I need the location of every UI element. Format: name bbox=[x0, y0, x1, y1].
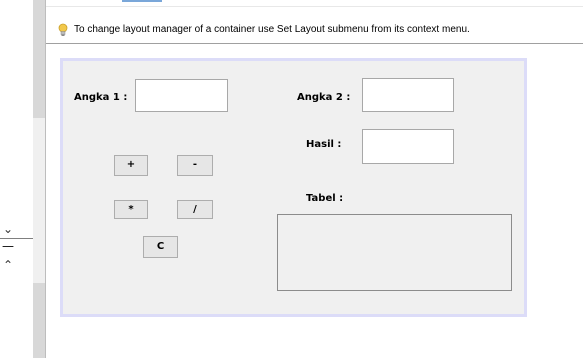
divide-button[interactable]: / bbox=[177, 200, 213, 219]
angka2-label: Angka 2 : bbox=[297, 92, 351, 103]
angka1-label: Angka 1 : bbox=[74, 92, 128, 103]
lightbulb-icon bbox=[58, 23, 68, 36]
angka2-input[interactable] bbox=[362, 78, 454, 112]
scrollbar-thumb-bottom[interactable] bbox=[33, 283, 45, 358]
add-button[interactable]: + bbox=[114, 155, 148, 176]
hint-text: To change layout manager of a container … bbox=[74, 24, 470, 35]
clear-button[interactable]: C bbox=[143, 236, 178, 258]
subtract-button[interactable]: - bbox=[177, 155, 213, 176]
chevron-up-icon[interactable]: ⌃ bbox=[3, 258, 13, 272]
hasil-output[interactable] bbox=[362, 129, 454, 164]
collapse-minus-icon[interactable]: — bbox=[1, 240, 15, 252]
chevron-down-icon[interactable]: ⌄ bbox=[3, 222, 13, 236]
hasil-label: Hasil : bbox=[306, 139, 342, 150]
angka1-input[interactable] bbox=[135, 79, 228, 112]
hint-bar: To change layout manager of a container … bbox=[46, 17, 583, 44]
left-gutter bbox=[0, 0, 33, 358]
active-tab-indicator bbox=[122, 0, 162, 2]
canvas-border bbox=[45, 0, 46, 358]
result-table[interactable] bbox=[277, 214, 512, 291]
multiply-button[interactable]: * bbox=[114, 200, 148, 219]
tabel-label: Tabel : bbox=[306, 193, 344, 204]
scrollbar-thumb-top[interactable] bbox=[33, 0, 45, 118]
